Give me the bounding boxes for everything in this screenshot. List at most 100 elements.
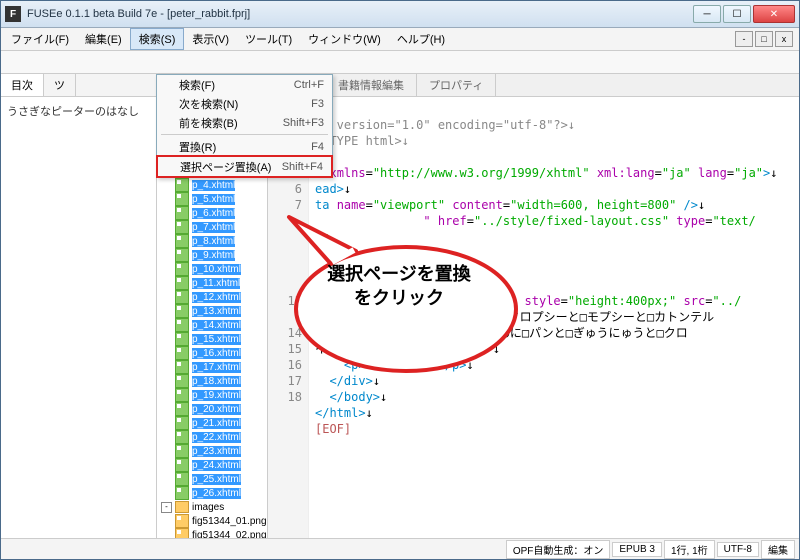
- menu-view[interactable]: 表示(V): [184, 29, 237, 49]
- left-tab-toc[interactable]: 目次: [1, 74, 44, 96]
- file-name: p_10.xhtml: [192, 264, 241, 275]
- menuitem-find-next[interactable]: 次を検索(N) F3: [157, 94, 332, 113]
- close-button[interactable]: ✕: [753, 5, 795, 23]
- folder-images[interactable]: - images: [157, 500, 267, 514]
- callout-line2: をクリック: [304, 286, 494, 310]
- menuitem-label: 選択ページ置換(A): [180, 159, 271, 175]
- menu-file[interactable]: ファイル(F): [3, 29, 77, 49]
- file-item[interactable]: p_13.xhtml: [157, 304, 267, 318]
- menuitem-label: 次を検索(N): [179, 96, 238, 112]
- menu-tools[interactable]: ツール(T): [237, 29, 300, 49]
- menu-search[interactable]: 検索(S): [130, 28, 185, 50]
- menuitem-replace[interactable]: 置換(R) F4: [157, 137, 332, 156]
- minimize-button[interactable]: ─: [693, 5, 721, 23]
- file-name: p_12.xhtml: [192, 292, 241, 303]
- file-item[interactable]: p_8.xhtml: [157, 234, 267, 248]
- tab-bookinfo[interactable]: 書籍情報編集: [326, 74, 417, 96]
- window-title: FUSEe 0.1.1 beta Build 7e - [peter_rabbi…: [27, 8, 693, 20]
- menuitem-label: 前を検索(B): [179, 115, 238, 131]
- xhtml-file-icon: [175, 178, 189, 192]
- image-file-icon: [175, 528, 189, 538]
- tab-properties[interactable]: プロパティ: [417, 74, 496, 96]
- file-item[interactable]: p_14.xhtml: [157, 318, 267, 332]
- file-item[interactable]: p_7.xhtml: [157, 220, 267, 234]
- xhtml-file-icon: [175, 262, 189, 276]
- mdi-restore-button[interactable]: □: [755, 31, 773, 47]
- file-item[interactable]: p_9.xhtml: [157, 248, 267, 262]
- file-item[interactable]: p_18.xhtml: [157, 374, 267, 388]
- file-name: fig51344_02.png: [192, 530, 267, 539]
- file-item[interactable]: p_24.xhtml: [157, 458, 267, 472]
- xhtml-file-icon: [175, 220, 189, 234]
- file-name: p_20.xhtml: [192, 404, 241, 415]
- file-item[interactable]: p_21.xhtml: [157, 416, 267, 430]
- folder-name: images: [192, 502, 224, 513]
- xhtml-file-icon: [175, 388, 189, 402]
- file-item[interactable]: p_4.xhtml: [157, 178, 267, 192]
- file-item[interactable]: p_5.xhtml: [157, 192, 267, 206]
- toc-content: うさぎなピーターのはなし: [1, 97, 156, 538]
- annotation-callout: 選択ページを置換 をクリック: [286, 214, 526, 379]
- xhtml-file-icon: [175, 304, 189, 318]
- file-name: p_24.xhtml: [192, 460, 241, 471]
- file-item[interactable]: p_12.xhtml: [157, 290, 267, 304]
- menuitem-shortcut: F4: [311, 141, 324, 153]
- maximize-button[interactable]: ☐: [723, 5, 751, 23]
- file-name: p_8.xhtml: [192, 236, 235, 247]
- xhtml-file-icon: [175, 318, 189, 332]
- file-name: p_17.xhtml: [192, 362, 241, 373]
- file-item[interactable]: p_25.xhtml: [157, 472, 267, 486]
- file-item[interactable]: p_16.xhtml: [157, 346, 267, 360]
- file-item[interactable]: p_15.xhtml: [157, 332, 267, 346]
- titlebar: F FUSEe 0.1.1 beta Build 7e - [peter_rab…: [1, 1, 799, 28]
- file-name: p_15.xhtml: [192, 334, 241, 345]
- xhtml-file-icon: [175, 458, 189, 472]
- file-item[interactable]: p_10.xhtml: [157, 262, 267, 276]
- menuitem-shortcut: Ctrl+F: [294, 79, 324, 91]
- menu-edit[interactable]: 編集(E): [77, 29, 130, 49]
- file-item[interactable]: p_22.xhtml: [157, 430, 267, 444]
- menu-window[interactable]: ウィンドウ(W): [300, 29, 389, 49]
- file-name: p_23.xhtml: [192, 446, 241, 457]
- collapse-icon[interactable]: -: [161, 502, 172, 513]
- xhtml-file-icon: [175, 402, 189, 416]
- file-name: p_21.xhtml: [192, 418, 241, 429]
- status-position: 1行, 1桁: [664, 540, 715, 559]
- menuitem-find-prev[interactable]: 前を検索(B) Shift+F3: [157, 113, 332, 132]
- mdi-minimize-button[interactable]: -: [735, 31, 753, 47]
- statusbar: OPF自動生成：オン EPUB 3 1行, 1桁 UTF-8 編集: [1, 538, 799, 559]
- file-name: p_11.xhtml: [192, 278, 240, 289]
- file-name: p_4.xhtml: [192, 180, 235, 191]
- file-name: p_25.xhtml: [192, 474, 241, 485]
- left-tab-other[interactable]: ツ: [44, 74, 76, 96]
- editor-tabs: ビュー 書籍情報編集 プロパティ: [268, 74, 799, 97]
- mdi-close-button[interactable]: x: [775, 31, 793, 47]
- menuitem-replace-selected-pages[interactable]: 選択ページ置換(A) Shift+F4: [156, 155, 333, 178]
- callout-line1: 選択ページを置換: [304, 262, 494, 286]
- file-name: p_19.xhtml: [192, 390, 241, 401]
- menu-help[interactable]: ヘルプ(H): [389, 29, 453, 49]
- xhtml-file-icon: [175, 192, 189, 206]
- file-name: p_16.xhtml: [192, 348, 241, 359]
- menuitem-find[interactable]: 検索(F) Ctrl+F: [157, 75, 332, 94]
- xhtml-file-icon: [175, 374, 189, 388]
- file-item[interactable]: p_6.xhtml: [157, 206, 267, 220]
- xhtml-file-icon: [175, 444, 189, 458]
- file-item[interactable]: fig51344_01.png: [157, 514, 267, 528]
- file-item[interactable]: p_23.xhtml: [157, 444, 267, 458]
- file-item[interactable]: p_19.xhtml: [157, 388, 267, 402]
- file-item[interactable]: p_17.xhtml: [157, 360, 267, 374]
- image-file-icon: [175, 514, 189, 528]
- file-item[interactable]: fig51344_02.png: [157, 528, 267, 538]
- file-item[interactable]: p_20.xhtml: [157, 402, 267, 416]
- xhtml-file-icon: [175, 472, 189, 486]
- file-name: p_5.xhtml: [192, 194, 235, 205]
- file-item[interactable]: p_11.xhtml: [157, 276, 267, 290]
- xhtml-file-icon: [175, 234, 189, 248]
- file-item[interactable]: p_26.xhtml: [157, 486, 267, 500]
- search-menu-dropdown: 検索(F) Ctrl+F 次を検索(N) F3 前を検索(B) Shift+F3…: [156, 74, 333, 178]
- file-name: p_22.xhtml: [192, 432, 241, 443]
- file-name: p_9.xhtml: [192, 250, 235, 261]
- toolbar: [1, 51, 799, 74]
- xhtml-file-icon: [175, 248, 189, 262]
